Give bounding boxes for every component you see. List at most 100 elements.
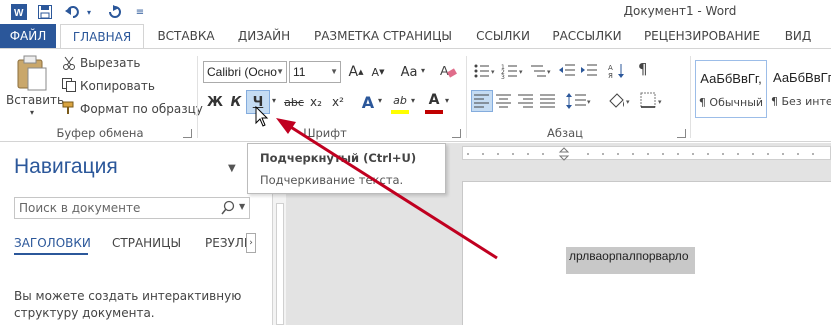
svg-text:▾: ▾ bbox=[658, 98, 662, 106]
font-color-button[interactable]: A bbox=[424, 90, 444, 110]
svg-text:W: W bbox=[14, 8, 24, 19]
search-placeholder: Поиск в документе bbox=[19, 201, 141, 215]
font-size-value: 11 bbox=[293, 65, 306, 79]
chevron-down-icon[interactable]: ▼ bbox=[276, 62, 284, 82]
change-case-button[interactable]: Aa bbox=[397, 62, 421, 82]
font-name-value: Calibri (Осно bbox=[207, 65, 277, 79]
numbering-icon[interactable]: 1 2 3 ▾ bbox=[501, 62, 525, 81]
style-name: ¶ Без инте... bbox=[771, 95, 831, 108]
tab-page-layout[interactable]: РАЗМЕТКА СТРАНИЦЫ bbox=[308, 24, 458, 48]
tab-references[interactable]: ССЫЛКИ bbox=[468, 24, 538, 48]
mouse-cursor-icon bbox=[255, 105, 269, 128]
line-spacing-icon[interactable]: ▾ bbox=[566, 92, 594, 110]
tab-insert[interactable]: ВСТАВКА bbox=[150, 24, 222, 48]
selected-text[interactable]: лрлваорпалпорварло bbox=[566, 247, 695, 274]
align-center-icon[interactable] bbox=[496, 94, 512, 108]
style-no-spacing[interactable]: АаБбВвГг ¶ Без инте... bbox=[769, 60, 831, 118]
vertical-ruler-page-area bbox=[276, 203, 284, 325]
paragraph-group-label: Абзац bbox=[547, 126, 583, 140]
clipboard-group-label: Буфер обмена bbox=[56, 126, 144, 140]
style-sample-text: АаБбВвГг bbox=[773, 70, 831, 85]
tab-view[interactable]: ВИД bbox=[778, 24, 818, 48]
group-divider bbox=[466, 56, 467, 138]
shrink-font-icon: A bbox=[371, 65, 380, 79]
chevron-down-icon[interactable]: ▾ bbox=[421, 66, 425, 75]
borders-icon[interactable]: ▾ bbox=[640, 92, 666, 110]
nav-options-icon[interactable]: ▼ bbox=[228, 163, 236, 174]
chevron-down-icon[interactable]: ▼ bbox=[239, 202, 245, 211]
undo-icon[interactable] bbox=[64, 3, 82, 21]
highlight-color-bar bbox=[391, 110, 409, 114]
chevron-down-icon[interactable]: ▾ bbox=[378, 96, 382, 105]
cut-button[interactable]: Вырезать bbox=[80, 56, 141, 70]
font-group-label: Шрифт bbox=[303, 126, 347, 140]
svg-text:3: 3 bbox=[501, 74, 505, 80]
superscript-button[interactable]: x² bbox=[328, 92, 348, 112]
multilevel-list-icon[interactable]: ▾ bbox=[529, 62, 553, 80]
tab-home[interactable]: ГЛАВНАЯ bbox=[60, 24, 144, 49]
tab-results[interactable]: РЕЗУЛЬ bbox=[205, 236, 247, 250]
tab-headings[interactable]: ЗАГОЛОВКИ bbox=[14, 236, 91, 250]
show-formatting-marks-icon[interactable]: ¶ bbox=[638, 60, 648, 78]
tab-pages[interactable]: СТРАНИЦЫ bbox=[112, 236, 181, 250]
undo-dropdown-icon[interactable]: ▾ bbox=[84, 3, 94, 21]
tooltip-description: Подчеркивание текста. bbox=[260, 173, 404, 187]
word-logo-icon: W bbox=[10, 3, 28, 21]
format-painter-icon[interactable] bbox=[62, 101, 76, 115]
paragraph-launcher-icon[interactable] bbox=[677, 129, 686, 138]
paste-label[interactable]: Вставить bbox=[6, 93, 64, 107]
font-launcher-icon[interactable] bbox=[452, 129, 461, 138]
search-input[interactable]: Поиск в документе ▼ bbox=[14, 197, 250, 219]
style-normal[interactable]: АаБбВвГг, ¶ Обычный bbox=[695, 60, 767, 118]
chevron-down-icon[interactable]: ▼ bbox=[330, 62, 338, 82]
tooltip: Подчеркнутый (Ctrl+U) Подчеркивание текс… bbox=[247, 143, 446, 194]
grow-font-button[interactable]: A ▲ bbox=[346, 62, 366, 82]
shrink-font-button[interactable]: A ▼ bbox=[368, 62, 388, 82]
customize-qat-icon[interactable]: ≡ bbox=[134, 3, 146, 21]
svg-text:A: A bbox=[440, 63, 449, 78]
increase-indent-icon[interactable] bbox=[580, 62, 598, 80]
copy-icon[interactable] bbox=[62, 78, 76, 92]
svg-text:▾: ▾ bbox=[547, 68, 551, 76]
style-name: ¶ Обычный bbox=[698, 96, 764, 109]
font-name-box[interactable]: Calibri (Осно ▼ bbox=[203, 61, 287, 83]
tab-review[interactable]: РЕЦЕНЗИРОВАНИЕ bbox=[636, 24, 768, 48]
redo-icon[interactable] bbox=[106, 3, 124, 21]
bold-button[interactable]: Ж bbox=[205, 92, 225, 112]
text-effects-button[interactable]: A bbox=[358, 92, 378, 112]
chevron-right-icon[interactable]: › bbox=[246, 233, 256, 253]
copy-button[interactable]: Копировать bbox=[80, 79, 155, 93]
tab-file[interactable]: ФАЙЛ bbox=[0, 24, 56, 48]
paste-dropdown-icon[interactable]: ▾ bbox=[30, 108, 34, 117]
align-right-icon[interactable] bbox=[518, 94, 534, 108]
tab-mailings[interactable]: РАССЫЛКИ bbox=[548, 24, 626, 48]
navigation-hint: Вы можете создать интерактивную структур… bbox=[14, 289, 242, 320]
strikethrough-button[interactable]: abc bbox=[283, 92, 305, 112]
sort-icon[interactable]: AЯ bbox=[608, 62, 628, 80]
clipboard-launcher-icon[interactable] bbox=[183, 129, 192, 138]
chevron-down-icon[interactable]: ▾ bbox=[272, 96, 276, 105]
chevron-down-icon[interactable]: ▾ bbox=[411, 96, 415, 105]
navigation-title: Навигация bbox=[14, 155, 118, 178]
decrease-indent-icon[interactable] bbox=[558, 62, 576, 80]
shading-icon[interactable]: ▾ bbox=[608, 92, 634, 110]
search-icon[interactable] bbox=[221, 200, 235, 216]
italic-button[interactable]: К bbox=[226, 92, 246, 112]
subscript-button[interactable]: x₂ bbox=[306, 92, 326, 112]
svg-text:▾: ▾ bbox=[587, 98, 591, 106]
justify-icon[interactable] bbox=[540, 94, 556, 108]
style-sample-text: АаБбВвГг, bbox=[700, 71, 762, 86]
bullets-icon[interactable]: ▾ bbox=[473, 62, 497, 80]
format-painter-button[interactable]: Формат по образцу bbox=[80, 102, 203, 116]
chevron-down-icon[interactable]: ▾ bbox=[445, 96, 449, 105]
save-icon[interactable] bbox=[36, 3, 54, 21]
highlight-button[interactable]: ab bbox=[390, 90, 410, 110]
paste-icon[interactable] bbox=[12, 54, 50, 92]
tab-design[interactable]: ДИЗАЙН bbox=[230, 24, 298, 48]
cut-icon[interactable] bbox=[62, 56, 76, 70]
font-size-box[interactable]: 11 ▼ bbox=[289, 61, 341, 83]
align-left-icon[interactable] bbox=[474, 94, 490, 108]
active-tab-underline bbox=[14, 253, 88, 255]
clear-formatting-icon[interactable]: A bbox=[440, 62, 458, 80]
horizontal-ruler[interactable] bbox=[462, 146, 831, 161]
